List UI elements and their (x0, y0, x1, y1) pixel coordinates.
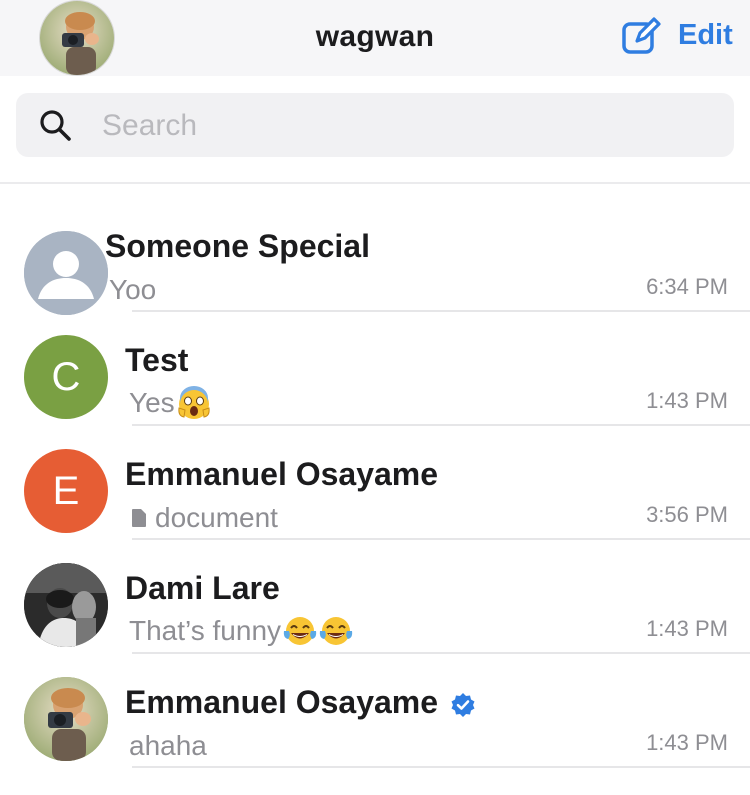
search-input[interactable] (100, 105, 704, 147)
person-placeholder-icon (24, 231, 108, 315)
chat-preview: That’s funny (129, 614, 353, 648)
chat-row[interactable]: Emmanuel Osayame ahaha 1:43 PM (0, 651, 750, 768)
chat-time: 6:34 PM (646, 274, 728, 299)
avatar-initial: E (52, 468, 80, 513)
chat-name: Emmanuel Osayame (125, 684, 476, 721)
avatar (24, 231, 108, 315)
chat-preview: Yoo (109, 274, 156, 306)
chat-name: Test (125, 342, 189, 378)
scream-emoji-icon (178, 386, 210, 419)
section-divider (0, 182, 750, 184)
preview-text: Yoo (109, 274, 157, 305)
chat-time: 3:56 PM (646, 502, 728, 527)
tears-of-joy-emoji-icon (319, 617, 353, 645)
black-white-photo (24, 563, 108, 647)
chat-time: 1:43 PM (646, 616, 728, 641)
preview-text: That’s funny (129, 615, 282, 646)
chat-time: 1:43 PM (646, 730, 728, 755)
top-navigation-bar: wagwan Edit (0, 0, 750, 76)
compose-icon[interactable] (620, 16, 662, 58)
child-with-camera-photo (24, 677, 108, 761)
avatar: C (24, 335, 108, 419)
chat-name: Dami Lare (125, 570, 280, 606)
tears-of-joy-emoji-icon (283, 617, 317, 645)
verified-badge-icon (451, 692, 475, 717)
chat-name: Someone Special (105, 228, 370, 264)
chat-preview: ahaha (129, 730, 207, 762)
avatar (24, 677, 108, 761)
preview-text: Yes (129, 387, 175, 418)
search-bar[interactable] (16, 93, 734, 157)
chat-row[interactable]: Someone Special Yoo 6:34 PM (0, 195, 750, 315)
chat-name: Emmanuel Osayame (125, 456, 439, 492)
chat-preview: Yes (129, 386, 211, 420)
preview-text: document (155, 502, 278, 533)
avatar: E (24, 449, 108, 533)
document-icon (132, 509, 146, 527)
chat-row[interactable]: Dami Lare That’s funny 1:43 PM (0, 537, 750, 654)
chat-time: 1:43 PM (646, 388, 728, 413)
row-divider (132, 766, 750, 768)
preview-text: ahaha (129, 730, 207, 761)
chat-preview: document (131, 502, 278, 534)
chat-name-text: Emmanuel Osayame (125, 684, 439, 720)
edit-button[interactable]: Edit (678, 19, 733, 52)
avatar (24, 563, 108, 647)
chat-row[interactable]: E Emmanuel Osayame document 3:56 PM (0, 423, 750, 540)
chat-row[interactable]: C Test Yes 1:43 PM (0, 309, 750, 426)
search-icon (40, 110, 71, 141)
avatar-initial: C (51, 354, 81, 399)
